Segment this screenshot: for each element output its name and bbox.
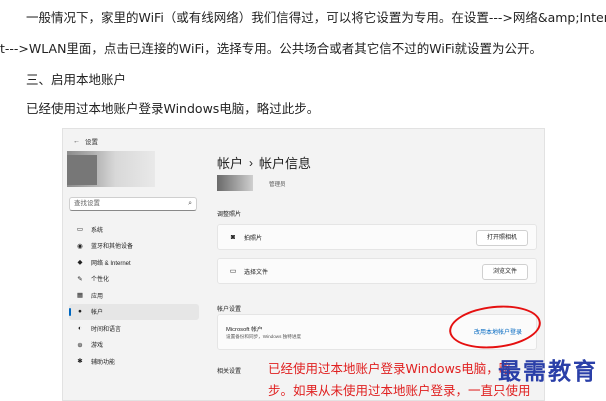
sidebar-item-label: 蓝牙和其他设备 (91, 244, 134, 251)
sidebar-item-label: 帐户 (91, 310, 104, 317)
search-icon: ⌕ (188, 200, 192, 207)
adjust-photo-heading: 调整照片 (217, 212, 242, 218)
apps-icon: ▦ (76, 292, 84, 300)
search-placeholder: 查找设置 (74, 200, 100, 207)
folder-icon: ▭ (229, 268, 237, 275)
blurred-user-photo (67, 155, 97, 185)
sidebar-item-2[interactable]: ◆ 网络 & Internet (69, 254, 199, 271)
sidebar-item-label: 辅助功能 (91, 359, 116, 366)
window-title-text: 设置 (85, 139, 98, 146)
take-photo-label: 拍照片 (244, 235, 263, 242)
chevron-right-icon: › (249, 155, 254, 170)
ms-account-title: Microsoft 帐户 (226, 327, 263, 333)
red-annotation-line-2: 步。如果从未使用过本地账户登录，一直只使用 (268, 383, 531, 398)
back-arrow-icon[interactable]: ← (73, 138, 80, 145)
settings-sidebar: ← 设置 查找设置 ⌕ ▭ 系统 ◉ 蓝牙和其他设备 ◆ 网络 & Internet ✎ 个性… (63, 129, 203, 400)
sidebar-item-0[interactable]: ▭ 系统 (69, 221, 199, 238)
article-paragraph-3: 已经使用过本地账户登录Windows电脑，略过此步。 (26, 101, 320, 116)
sidebar-item-label: 系统 (91, 227, 104, 234)
sidebar-item-label: 应用 (91, 293, 104, 300)
blurred-account-name (217, 175, 253, 191)
sidebar-item-3[interactable]: ✎ 个性化 (69, 271, 199, 288)
window-title: ← 设置 (73, 136, 98, 147)
sidebar-item-label: 个性化 (91, 277, 110, 284)
article-paragraph-2: t--->WLAN里面，点击已连接的WiFi，选择专用。公共场合或者其它信不过的… (0, 41, 543, 56)
settings-nav: ▭ 系统 ◉ 蓝牙和其他设备 ◆ 网络 & Internet ✎ 个性化 ▦ 应用 ● 帐户 ◐ 时间和语… (69, 221, 199, 370)
clock-icon: ◐ (78, 324, 82, 332)
gamepad-icon: ⊕ (77, 341, 83, 349)
sidebar-item-label: 网络 & Internet (91, 260, 131, 267)
bluetooth-icon: ◉ (77, 242, 83, 250)
red-annotation-line-1: 已经使用过本地账户登录Windows电脑，略 (268, 361, 512, 376)
sidebar-item-label: 游戏 (91, 343, 104, 350)
account-role: 管理员 (269, 182, 286, 188)
accessibility-icon: ✱ (77, 358, 83, 366)
sidebar-item-4[interactable]: ▦ 应用 (69, 287, 199, 304)
sidebar-item-5[interactable]: ● 帐户 (69, 303, 199, 320)
choose-file-row: ▭ 选择文件 浏览文件 (217, 258, 537, 284)
ms-account-description: 设置备份和同步，Windows 独特进度 (226, 334, 302, 339)
sidebar-item-label: 时间和语言 (91, 326, 122, 333)
article-paragraph-1: 一般情况下，家里的WiFi（或有线网络）我们信得过，可以将它设置为专用。在设置-… (26, 10, 606, 25)
account-settings-heading: 帐户设置 (217, 307, 242, 313)
wifi-icon: ◆ (77, 259, 83, 267)
page-title: 帐户信息 (259, 156, 312, 171)
settings-search-input[interactable]: 查找设置 ⌕ (69, 197, 197, 211)
camera-icon: ◙ (230, 233, 236, 241)
take-photo-row: ◙ 拍照片 打开照相机 (217, 224, 537, 250)
watermark-logo: 最需教育 (498, 358, 598, 385)
breadcrumb: 帐户 › 帐户信息 (217, 153, 311, 172)
browse-files-button[interactable]: 浏览文件 (481, 264, 528, 280)
related-settings-heading: 相关设置 (217, 369, 242, 375)
sidebar-item-7[interactable]: ⊕ 游戏 (69, 337, 199, 354)
sidebar-item-1[interactable]: ◉ 蓝牙和其他设备 (69, 238, 199, 255)
monitor-icon: ▭ (76, 226, 84, 234)
section-heading: 三、启用本地账户 (26, 72, 127, 87)
person-icon: ● (78, 308, 82, 316)
choose-file-label: 选择文件 (244, 269, 269, 276)
sidebar-item-6[interactable]: ◐ 时间和语言 (69, 320, 199, 337)
brush-icon: ✎ (77, 275, 83, 283)
sidebar-item-8[interactable]: ✱ 辅助功能 (69, 353, 199, 370)
open-camera-button[interactable]: 打开照相机 (475, 230, 528, 246)
breadcrumb-parent[interactable]: 帐户 (217, 153, 243, 172)
